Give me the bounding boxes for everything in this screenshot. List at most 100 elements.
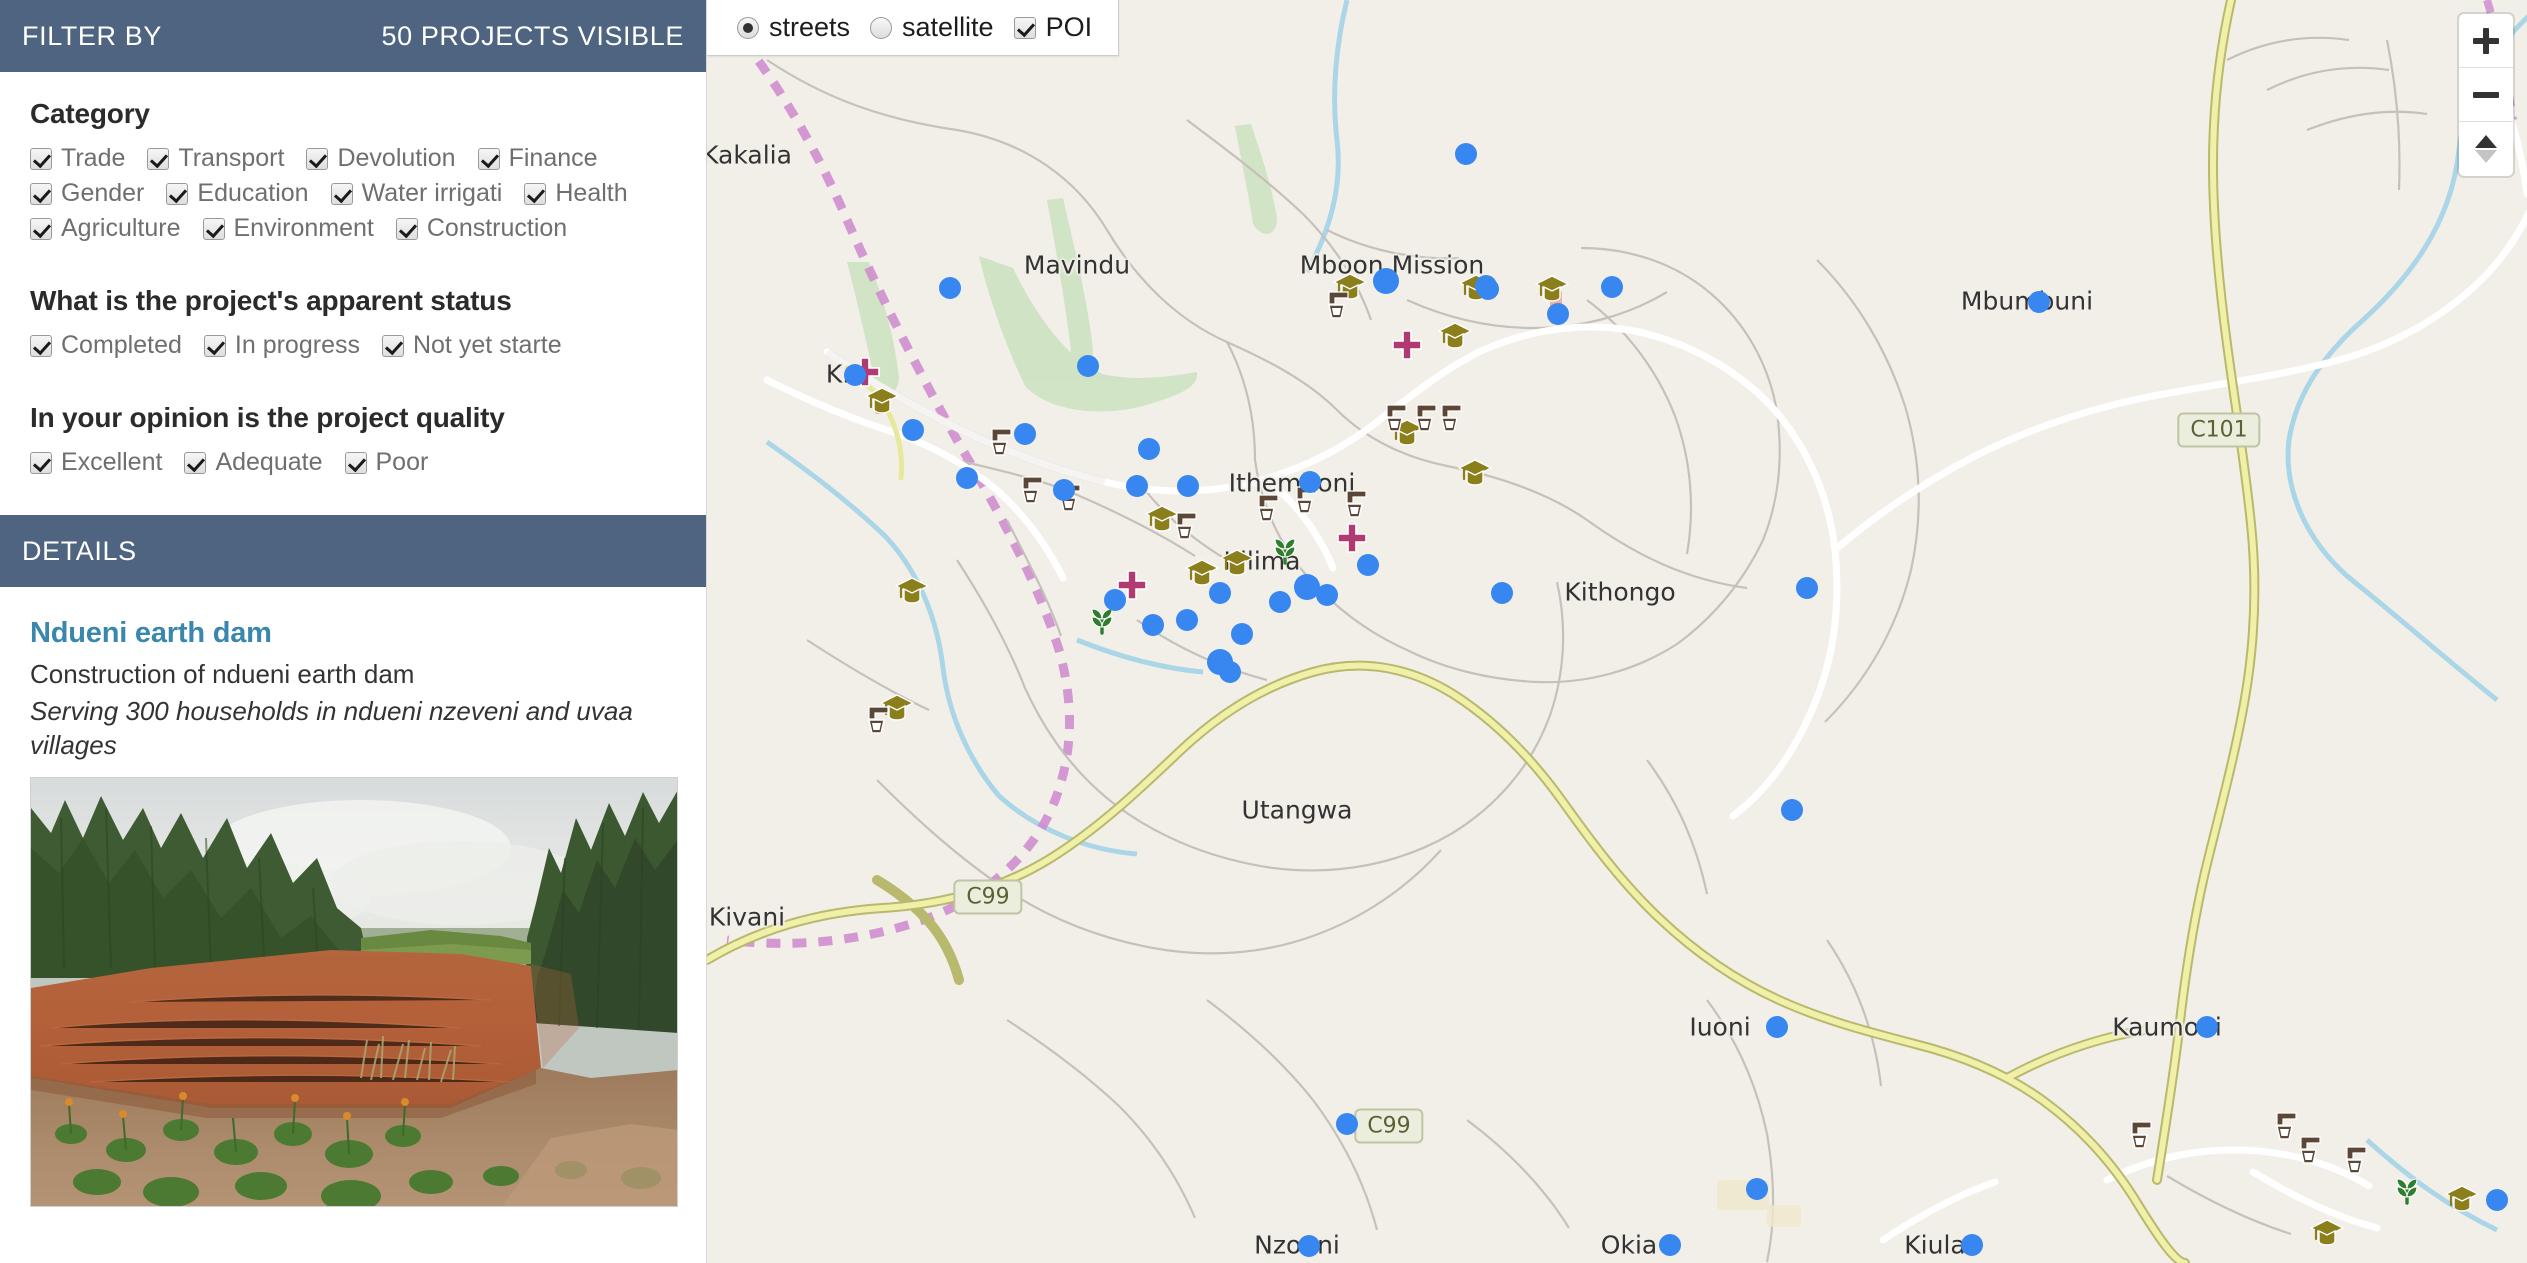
filter-option-transport[interactable]: Transport [147, 146, 284, 171]
filter-option-finance[interactable]: Finance [477, 146, 598, 171]
filter-option-construction[interactable]: Construction [395, 216, 567, 241]
radio-icon[interactable] [870, 16, 893, 39]
compass-reset-button[interactable] [2459, 122, 2513, 176]
filter-checkbox-row: Trade Transport Devolution Finance Gender Edu… [30, 146, 676, 251]
filter-option-not-yet-starte[interactable]: Not yet starte [381, 333, 562, 358]
project-marker[interactable] [1077, 355, 1099, 377]
filter-option-health[interactable]: Health [524, 181, 628, 206]
checkbox-icon[interactable] [1013, 16, 1036, 39]
project-marker[interactable] [1299, 471, 1321, 493]
zoom-out-button[interactable] [2459, 68, 2513, 122]
layer-option-streets[interactable]: streets [737, 12, 850, 43]
project-marker[interactable] [1176, 609, 1198, 631]
project-marker[interactable] [1746, 1178, 1768, 1200]
filter-option-poor[interactable]: Poor [344, 450, 428, 475]
checkbox-icon[interactable] [524, 182, 547, 205]
zoom-in-button[interactable] [2459, 14, 2513, 68]
checkbox-icon[interactable] [30, 182, 52, 205]
layer-option-label: POI [1045, 12, 1093, 42]
project-marker[interactable] [1336, 1113, 1358, 1135]
checkbox-icon[interactable] [344, 451, 367, 474]
filter-option-education[interactable]: Education [166, 181, 309, 206]
project-marker[interactable] [1209, 582, 1231, 604]
map-zoom-controls[interactable] [2459, 14, 2513, 176]
filter-option-agriculture[interactable]: Agriculture [30, 216, 181, 241]
filter-option-excellent[interactable]: Excellent [30, 450, 162, 475]
project-marker[interactable] [1766, 1016, 1788, 1038]
poi-school-icon [1220, 547, 1254, 577]
project-marker[interactable] [844, 364, 866, 386]
project-marker[interactable] [1547, 303, 1569, 325]
project-marker[interactable] [1104, 589, 1126, 611]
poi-water-icon [1324, 289, 1354, 321]
road-shield: C99 [1354, 1108, 1424, 1144]
poi-hospital-icon [1391, 329, 1423, 361]
checkbox-icon[interactable] [30, 217, 52, 240]
project-marker[interactable] [956, 467, 978, 489]
checkbox-icon[interactable] [330, 182, 353, 205]
filter-option-label: Trade [61, 144, 126, 172]
project-marker[interactable] [939, 277, 961, 299]
project-marker[interactable] [1781, 799, 1803, 821]
project-note: Serving 300 households in ndueni nzeveni… [30, 695, 633, 761]
project-marker[interactable] [1053, 479, 1075, 501]
project-marker[interactable] [1014, 423, 1036, 445]
project-marker[interactable] [1269, 591, 1291, 613]
checkbox-icon[interactable] [166, 182, 189, 205]
project-marker[interactable] [1126, 475, 1148, 497]
checkbox-icon[interactable] [203, 334, 226, 357]
filter-option-environment[interactable]: Environment [202, 216, 374, 241]
filter-group-0: Category Trade Transport Devolution Finance G… [30, 98, 676, 251]
project-marker[interactable] [2486, 1189, 2508, 1211]
filter-option-devolution[interactable]: Devolution [306, 146, 456, 171]
filter-body: Category Trade Transport Devolution Finance G… [0, 72, 706, 515]
filter-option-trade[interactable]: Trade [30, 146, 125, 171]
checkbox-icon[interactable] [477, 147, 500, 170]
layer-option-satellite[interactable]: satellite [870, 12, 994, 43]
map-vector-layer [707, 0, 2527, 1263]
filter-option-in-progress[interactable]: In progress [203, 333, 360, 358]
project-marker[interactable] [1231, 623, 1253, 645]
radio-icon[interactable] [737, 16, 759, 39]
project-marker[interactable] [1219, 661, 1241, 683]
checkbox-icon[interactable] [306, 147, 329, 170]
checkbox-icon[interactable] [395, 217, 418, 240]
project-marker[interactable] [1316, 584, 1338, 606]
project-marker[interactable] [1298, 1235, 1320, 1257]
filter-option-gender[interactable]: Gender [30, 181, 144, 206]
map-area[interactable]: Kakalia Mavindu Mboon Mission Mbumbuni Ithem… [707, 0, 2527, 1263]
project-marker[interactable] [1373, 268, 1399, 294]
layer-option-poi[interactable]: POI [1013, 12, 1093, 43]
project-marker[interactable] [1177, 475, 1199, 497]
poi-water-icon [1382, 402, 1412, 434]
project-marker[interactable] [1601, 276, 1623, 298]
filter-option-adequate[interactable]: Adequate [184, 450, 323, 475]
project-marker[interactable] [1491, 582, 1513, 604]
project-marker[interactable] [1357, 554, 1379, 576]
project-marker[interactable] [2028, 291, 2050, 313]
checkbox-icon[interactable] [184, 451, 207, 474]
checkbox-icon[interactable] [30, 147, 52, 170]
filter-option-water-irrigati[interactable]: Water irrigati [330, 181, 502, 206]
project-marker[interactable] [1796, 577, 1818, 599]
checkbox-icon[interactable] [202, 217, 225, 240]
checkbox-icon[interactable] [30, 334, 52, 357]
layer-switcher[interactable]: streets satellite POI [707, 0, 1120, 56]
checkbox-icon[interactable] [381, 334, 404, 357]
map-canvas[interactable]: Kakalia Mavindu Mboon Mission Mbumbuni Ithem… [707, 0, 2527, 1263]
checkbox-icon[interactable] [147, 147, 170, 170]
poi-plant-icon [2392, 1175, 2422, 1205]
project-marker[interactable] [1659, 1234, 1681, 1256]
project-marker[interactable] [1477, 278, 1499, 300]
poi-plant-icon [1270, 535, 1300, 565]
project-marker[interactable] [1961, 1234, 1983, 1256]
project-marker[interactable] [2196, 1016, 2218, 1038]
project-marker[interactable] [902, 419, 924, 441]
project-marker[interactable] [1142, 614, 1164, 636]
project-marker[interactable] [1455, 143, 1477, 165]
project-title[interactable]: Ndueni earth dam [30, 617, 676, 650]
checkbox-icon[interactable] [30, 451, 52, 474]
filter-option-completed[interactable]: Completed [30, 333, 182, 358]
poi-school-icon [865, 385, 899, 415]
project-marker[interactable] [1138, 438, 1160, 460]
